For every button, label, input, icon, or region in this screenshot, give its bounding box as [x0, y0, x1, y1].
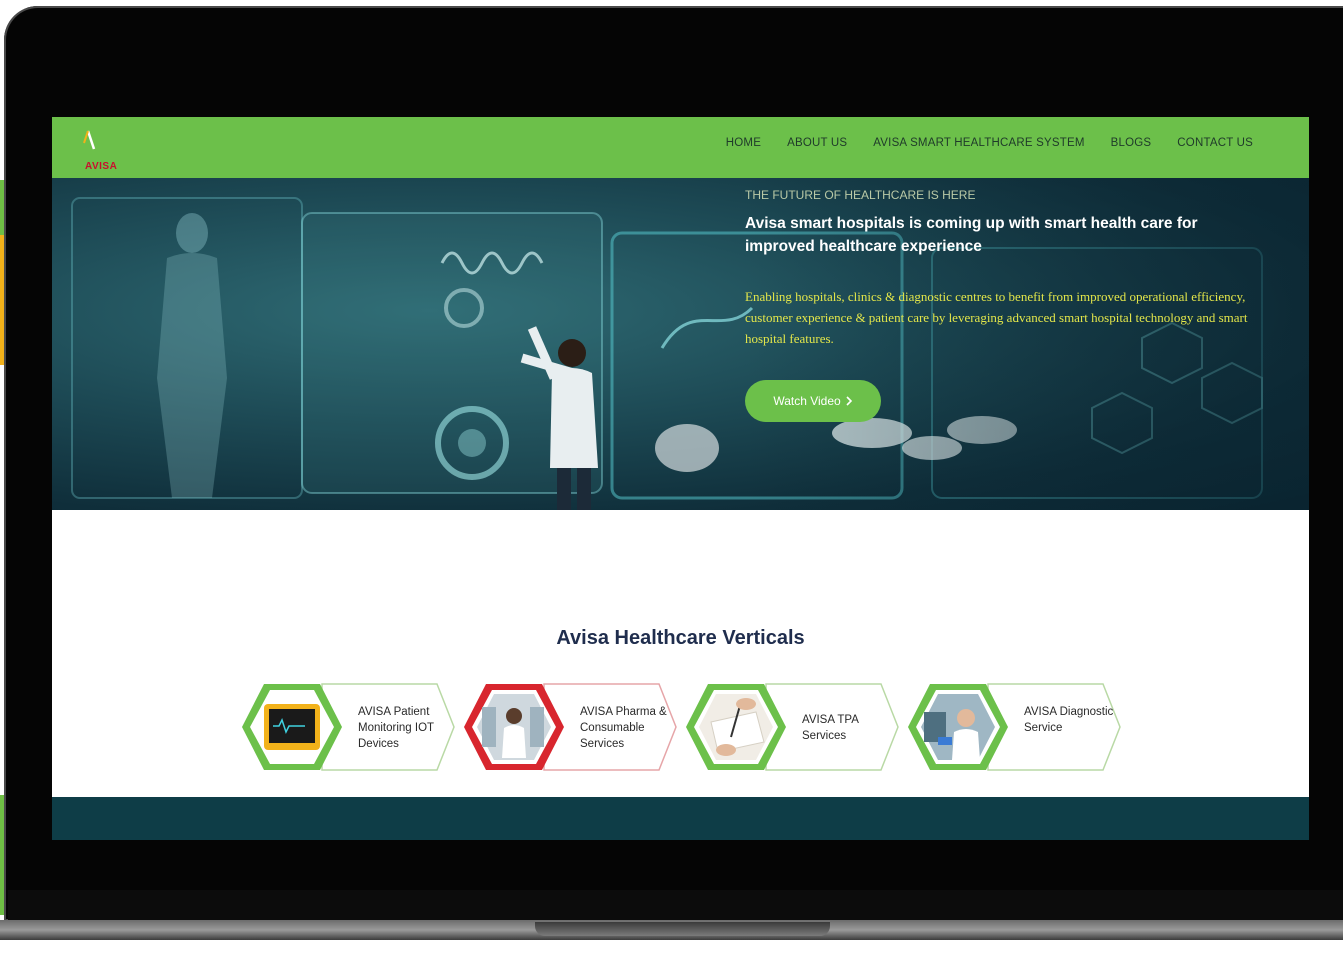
main-nav-menu: HOME ABOUT US AVISA SMART HEALTHCARE SYS…: [726, 137, 1253, 149]
avisa-logo[interactable]: AVISA: [68, 129, 117, 172]
patient-monitor-icon: [264, 704, 320, 750]
hero-banner: THE FUTURE OF HEALTHCARE IS HERE Avisa s…: [52, 178, 1309, 510]
hero-eyebrow: THE FUTURE OF HEALTHCARE IS HERE: [745, 188, 976, 202]
vertical-label: AVISA TPA Services: [802, 714, 859, 742]
vertical-label: AVISA Pharma & Consumable Services: [580, 706, 667, 750]
laptop-hinge-notch: [535, 922, 830, 936]
nav-contact-us[interactable]: CONTACT US: [1177, 137, 1253, 149]
verticals-heading: Avisa Healthcare Verticals: [556, 627, 805, 649]
nav-home[interactable]: HOME: [726, 137, 761, 149]
vertical-label: AVISA Diagnostic Service: [1024, 706, 1114, 734]
nav-blogs[interactable]: BLOGS: [1111, 137, 1152, 149]
vertical-card-diagnostic[interactable]: AVISA Diagnostic Service: [908, 682, 1123, 772]
hero-title: Avisa smart hospitals is coming up with …: [745, 215, 1198, 255]
logo-text: AVISA: [85, 161, 118, 172]
vertical-label: AVISA Patient Monitoring IOT Devices: [358, 706, 434, 750]
watch-video-label: Watch Video: [773, 394, 841, 408]
nav-about-us[interactable]: ABOUT US: [787, 137, 847, 149]
website-screen: AVISA HOME ABOUT US AVISA SMART HEALTHCA…: [52, 117, 1309, 840]
vertical-card-tpa[interactable]: AVISA TPA Services: [686, 682, 901, 772]
laptop-bezel-bottom: [8, 890, 1343, 922]
chevron-right-icon: [846, 396, 852, 406]
hero-description: Enabling hospitals, clinics & diagnostic…: [745, 289, 1248, 346]
vertical-card-patient-monitoring[interactable]: AVISA Patient Monitoring IOT Devices: [242, 682, 457, 772]
top-navbar: AVISA HOME ABOUT US AVISA SMART HEALTHCA…: [52, 117, 1309, 178]
verticals-list: AVISA Patient Monitoring IOT Devices AVI…: [242, 682, 1142, 772]
nav-smart-healthcare-system[interactable]: AVISA SMART HEALTHCARE SYSTEM: [873, 137, 1084, 149]
logo-mark-icon: [83, 130, 96, 150]
watch-video-button[interactable]: Watch Video: [745, 380, 881, 422]
vertical-card-pharma[interactable]: AVISA Pharma & Consumable Services: [464, 682, 679, 772]
footer-band: [52, 797, 1309, 840]
